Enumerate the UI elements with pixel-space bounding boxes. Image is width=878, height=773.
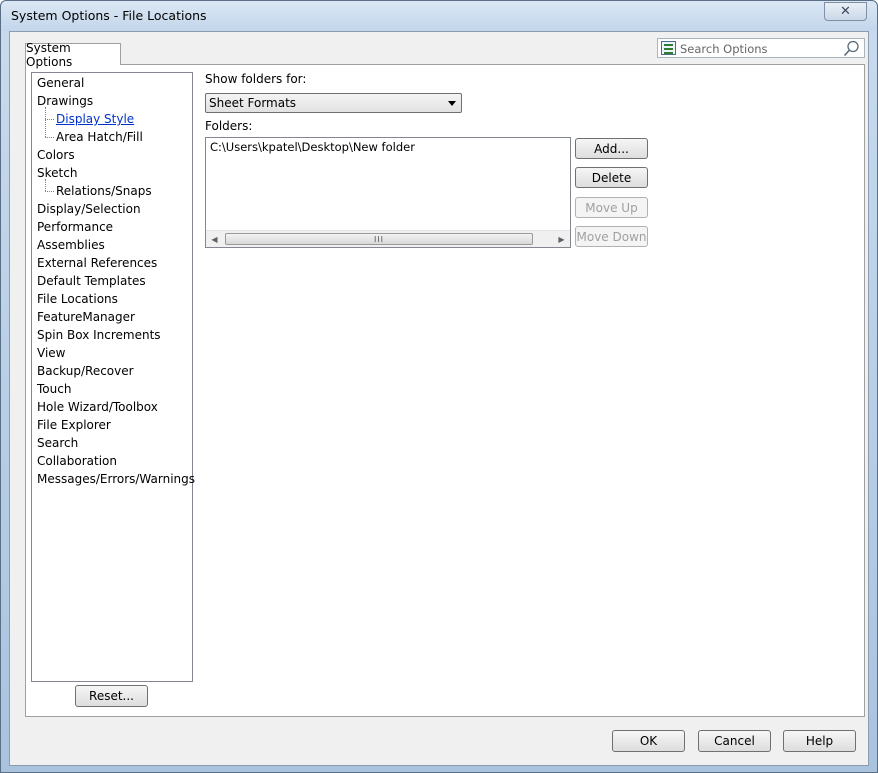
magnifier-icon[interactable]	[843, 40, 860, 57]
tree-connector-line	[45, 137, 54, 138]
add-button[interactable]: Add...	[575, 138, 648, 159]
ok-button[interactable]: OK	[612, 730, 685, 752]
scroll-left-icon[interactable]: ◀	[206, 231, 223, 247]
tree-item[interactable]: Sketch	[37, 164, 77, 182]
system-options-window: System Options - File Locations ✕ System…	[0, 0, 878, 773]
search-list-icon[interactable]	[661, 41, 676, 55]
options-tree[interactable]: General Drawings Display Style Area Hatch/F…	[31, 72, 195, 682]
delete-button[interactable]: Delete	[575, 167, 648, 188]
tree-connector-line	[45, 107, 46, 137]
tree-item[interactable]: Assemblies	[37, 236, 105, 254]
tree-item[interactable]: Display/Selection	[37, 200, 141, 218]
search-options-box[interactable]: Search Options	[657, 38, 865, 58]
reset-button[interactable]: Reset...	[75, 685, 148, 707]
cancel-button[interactable]: Cancel	[698, 730, 771, 752]
help-button[interactable]: Help	[783, 730, 856, 752]
list-item[interactable]: C:\Users\kpatel\Desktop\New folder	[210, 140, 415, 154]
close-icon: ✕	[840, 4, 851, 19]
search-placeholder: Search Options	[680, 42, 768, 56]
tree-item[interactable]: File Explorer	[37, 416, 111, 434]
dialog-client-area: System Options Search Options General Dra…	[9, 31, 869, 766]
window-title: System Options - File Locations	[11, 8, 207, 23]
grip-icon: III	[373, 234, 385, 244]
tree-connector-line	[45, 119, 54, 120]
title-bar[interactable]: System Options - File Locations ✕	[1, 1, 877, 31]
tree-item[interactable]: FeatureManager	[37, 308, 135, 326]
tree-item[interactable]: External References	[37, 254, 157, 272]
tree-item[interactable]: Backup/Recover	[37, 362, 134, 380]
show-folders-label: Show folders for:	[205, 72, 307, 86]
tree-item[interactable]: Performance	[37, 218, 113, 236]
tree-subitem[interactable]: Area Hatch/Fill	[56, 128, 143, 146]
chevron-down-icon	[448, 101, 456, 106]
show-folders-dropdown[interactable]: Sheet Formats	[205, 93, 462, 113]
folders-label: Folders:	[205, 119, 253, 133]
tab-system-options[interactable]: System Options	[25, 41, 121, 69]
close-button[interactable]: ✕	[824, 2, 867, 21]
horizontal-scrollbar[interactable]: ◀ III ▶	[206, 230, 570, 247]
tree-connector-line	[45, 179, 46, 191]
tree-connector-line	[45, 191, 54, 192]
tree-item[interactable]: Spin Box Increments	[37, 326, 161, 344]
tree-item[interactable]: Messages/Errors/Warnings	[37, 470, 195, 488]
tree-item[interactable]: Default Templates	[37, 272, 146, 290]
options-panel: General Drawings Display Style Area Hatch/F…	[25, 64, 865, 717]
tree-item[interactable]: Colors	[37, 146, 75, 164]
tree-item[interactable]: Collaboration	[37, 452, 117, 470]
tree-subitem[interactable]: Relations/Snaps	[56, 182, 152, 200]
tree-subitem[interactable]: Display Style	[56, 110, 134, 128]
tree-item[interactable]: Search	[37, 434, 78, 452]
tree-item[interactable]: View	[37, 344, 65, 362]
show-folders-value: Sheet Formats	[209, 96, 297, 110]
move-up-button[interactable]: Move Up	[575, 197, 648, 218]
scroll-right-icon[interactable]: ▶	[553, 231, 570, 247]
tree-item[interactable]: Hole Wizard/Toolbox	[37, 398, 158, 416]
folders-list[interactable]: C:\Users\kpatel\Desktop\New folder ◀ III…	[205, 137, 571, 248]
tree-item[interactable]: General	[37, 74, 84, 92]
tree-item[interactable]: File Locations	[37, 290, 118, 308]
tree-item[interactable]: Touch	[37, 380, 71, 398]
scroll-thumb[interactable]: III	[225, 233, 533, 245]
move-down-button[interactable]: Move Down	[575, 226, 648, 247]
tab-label: System Options	[26, 40, 73, 69]
